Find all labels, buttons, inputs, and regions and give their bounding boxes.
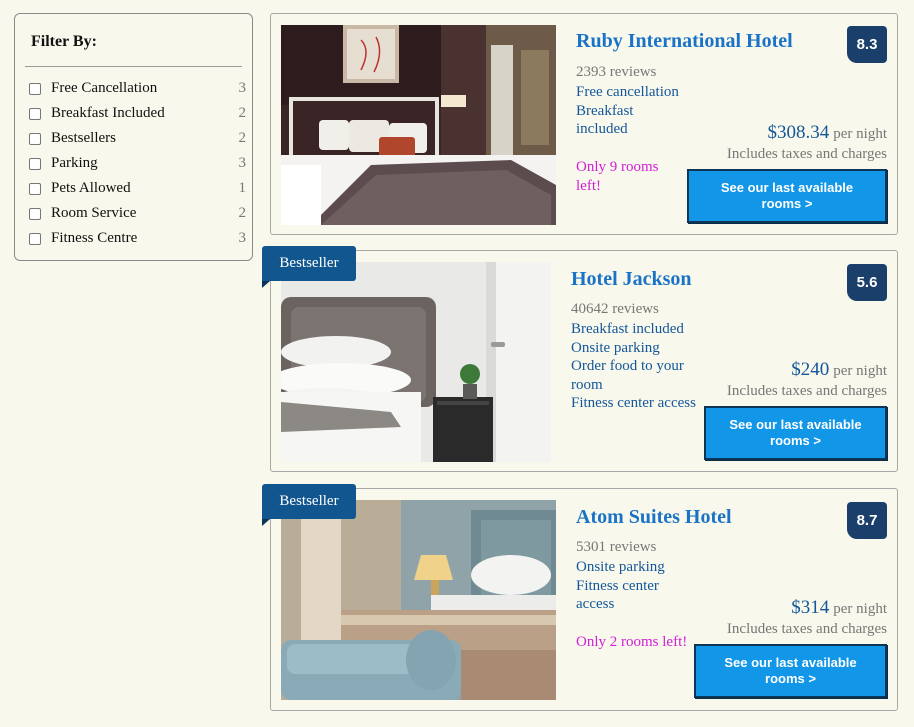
filter-divider bbox=[25, 66, 242, 67]
taxes-note: Includes taxes and charges bbox=[726, 621, 887, 637]
button-label-line: See our last available bbox=[724, 655, 857, 670]
feature-item: Breakfast included bbox=[571, 321, 684, 337]
see-availability-button[interactable]: See our last available rooms > bbox=[694, 644, 887, 698]
filter-option-label[interactable]: Pets Allowed bbox=[51, 180, 230, 197]
rooms-left-text: left! bbox=[576, 177, 601, 194]
button-label-line: rooms > bbox=[770, 433, 821, 448]
free-cancellation-checkbox[interactable] bbox=[29, 82, 41, 95]
feature-item: Fitness center access bbox=[571, 395, 696, 411]
hotel-name[interactable]: Ruby International Hotel bbox=[576, 30, 793, 53]
filter-option-count: 2 bbox=[238, 130, 247, 146]
hotel-card: Atom Suites Hotel 8.7 5301 reviews Onsit… bbox=[270, 488, 898, 711]
filter-option-count: 3 bbox=[238, 155, 247, 171]
rooms-left-notice: Only 9 rooms left! bbox=[576, 158, 659, 195]
hotel-listing-page: Filter By: Free Cancellation 3 Breakfast… bbox=[0, 0, 914, 727]
review-score-badge: 5.6 bbox=[847, 264, 887, 301]
filter-panel: Filter By: Free Cancellation 3 Breakfast… bbox=[14, 13, 253, 261]
filter-option-free-cancellation[interactable]: Free Cancellation 3 bbox=[28, 76, 246, 101]
review-count: 2393 reviews bbox=[576, 64, 657, 80]
filter-option-label[interactable]: Parking bbox=[51, 155, 230, 172]
hotel-name[interactable]: Atom Suites Hotel bbox=[576, 506, 732, 529]
feature-item: Fitness center bbox=[576, 577, 659, 594]
per-night-label: per night bbox=[833, 601, 887, 617]
filter-option-parking[interactable]: Parking 3 bbox=[28, 151, 246, 176]
feature-list: Free cancellation Breakfast included bbox=[576, 83, 679, 139]
filter-option-count: 3 bbox=[238, 80, 247, 96]
feature-item: Order food to your bbox=[571, 358, 684, 374]
hotel-photo[interactable] bbox=[281, 500, 556, 700]
feature-list: Onsite parking Fitness center access bbox=[576, 558, 665, 614]
filter-option-label[interactable]: Bestsellers bbox=[51, 130, 230, 147]
filter-list: Free Cancellation 3 Breakfast Included 2… bbox=[28, 76, 246, 251]
feature-list: Breakfast included Onsite parking Order … bbox=[571, 320, 696, 413]
parking-checkbox[interactable] bbox=[29, 157, 41, 170]
hotel-name[interactable]: Hotel Jackson bbox=[571, 268, 692, 291]
price: $314 bbox=[791, 597, 830, 618]
button-label-line: rooms > bbox=[761, 196, 813, 211]
per-night-label: per night bbox=[833, 126, 887, 142]
rooms-left-text: Only 2 rooms left! bbox=[576, 634, 688, 650]
feature-item: included bbox=[576, 121, 628, 137]
review-score-badge: 8.7 bbox=[847, 502, 887, 539]
taxes-note: Includes taxes and charges bbox=[726, 146, 887, 162]
hotel-photo[interactable] bbox=[281, 25, 556, 225]
price-line: $314 per night bbox=[791, 597, 887, 619]
filter-option-label[interactable]: Fitness Centre bbox=[51, 230, 230, 247]
bestseller-ribbon: Bestseller bbox=[262, 246, 356, 288]
price-line: $240 per night bbox=[791, 359, 887, 381]
hotel-card: Hotel Jackson 5.6 40642 reviews Breakfas… bbox=[270, 250, 898, 472]
taxes-note: Includes taxes and charges bbox=[726, 383, 887, 399]
per-night-label: per night bbox=[833, 363, 887, 379]
filter-option-label[interactable]: Free Cancellation bbox=[51, 80, 230, 97]
feature-item: Breakfast bbox=[576, 102, 634, 119]
filter-option-count: 1 bbox=[238, 180, 247, 196]
button-label-line: rooms > bbox=[765, 671, 816, 686]
feature-item: access bbox=[576, 596, 615, 612]
rooms-left-text: Only 9 rooms bbox=[576, 159, 659, 175]
room-service-checkbox[interactable] bbox=[29, 207, 41, 220]
hotel-card: Ruby International Hotel 8.3 2393 review… bbox=[270, 13, 898, 235]
bestseller-ribbon: Bestseller bbox=[262, 484, 356, 526]
review-score-badge: 8.3 bbox=[847, 26, 887, 63]
hotel-photo[interactable] bbox=[281, 262, 551, 462]
feature-item: Onsite parking bbox=[571, 339, 660, 356]
filter-option-label[interactable]: Room Service bbox=[51, 205, 230, 222]
review-count: 5301 reviews bbox=[576, 539, 657, 555]
review-count: 40642 reviews bbox=[571, 301, 659, 317]
see-availability-button[interactable]: See our last available rooms > bbox=[687, 169, 887, 223]
filter-option-bestsellers[interactable]: Bestsellers 2 bbox=[28, 126, 246, 151]
rooms-left-notice: Only 2 rooms left! bbox=[576, 633, 687, 652]
filter-option-room-service[interactable]: Room Service 2 bbox=[28, 201, 246, 226]
feature-item: room bbox=[571, 376, 603, 393]
filter-option-count: 3 bbox=[238, 230, 247, 246]
fitness-centre-checkbox[interactable] bbox=[29, 232, 41, 245]
feature-item: Free cancellation bbox=[576, 84, 679, 100]
filter-option-fitness-centre[interactable]: Fitness Centre 3 bbox=[28, 226, 246, 251]
filter-option-breakfast-included[interactable]: Breakfast Included 2 bbox=[28, 101, 246, 126]
filter-option-count: 2 bbox=[238, 105, 247, 121]
bestsellers-checkbox[interactable] bbox=[29, 132, 41, 145]
price: $308.34 bbox=[767, 122, 830, 143]
price: $240 bbox=[791, 359, 830, 380]
button-label-line: See our last available bbox=[720, 180, 854, 195]
filter-option-label[interactable]: Breakfast Included bbox=[51, 105, 230, 122]
button-label-line: See our last available bbox=[729, 417, 862, 432]
filter-title: Filter By: bbox=[31, 33, 97, 50]
pets-allowed-checkbox[interactable] bbox=[29, 182, 41, 195]
see-availability-button[interactable]: See our last available rooms > bbox=[704, 406, 887, 460]
price-line: $308.34 per night bbox=[768, 122, 888, 144]
filter-option-count: 2 bbox=[238, 205, 247, 221]
filter-option-pets-allowed[interactable]: Pets Allowed 1 bbox=[28, 176, 246, 201]
feature-item: Onsite parking bbox=[576, 559, 665, 575]
breakfast-included-checkbox[interactable] bbox=[29, 107, 41, 120]
